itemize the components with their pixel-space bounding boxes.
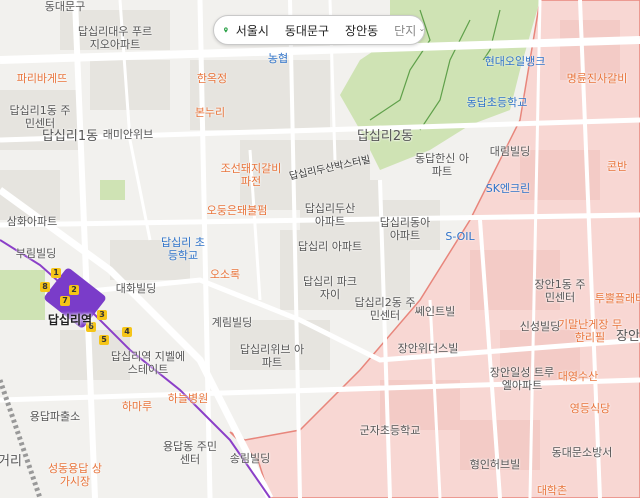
poi-yongdap-police[interactable]: 용답파출소 [30,410,81,423]
poi-dongdaemun-top[interactable]: 동대문구 [45,0,85,13]
chevron-down-icon[interactable] [420,25,424,35]
poi-s-oil[interactable]: S-OIL [445,230,474,243]
poi-hamaru[interactable]: 하마루 [122,400,152,413]
location-breadcrumb[interactable]: 서울시 동대문구 장안동 단지 [213,15,425,45]
poi-gunja-elementary[interactable]: 군자초등학교 [360,424,421,437]
poi-hanokjeong[interactable]: 한옥정 [197,72,227,85]
poi-gyerim[interactable]: 계림빌딩 [212,316,252,329]
breadcrumb-city[interactable]: 서울시 [228,22,277,39]
poi-dapsimni-dongah[interactable]: 답십리동아 아파트 [375,216,435,242]
poi-yongdap-center[interactable]: 용답동 주민센터 [160,440,220,466]
station-exit-3[interactable]: 3 [97,310,107,320]
poi-hyundai-oil[interactable]: 현대오일뱅크 [485,55,546,68]
poi-osorok[interactable]: 오소록 [210,268,240,281]
poi-dapsimni-tebeul[interactable]: 쎄인트빌 [415,305,455,318]
poi-hyeongin[interactable]: 형인허브빌 [470,458,521,471]
poi-burim[interactable]: 부림빌딩 [16,247,56,260]
poi-raemian-view[interactable]: 래미안위브 [103,128,154,141]
poi-daeyang[interactable]: 대영수산 [558,370,598,383]
station-exit-8[interactable]: 8 [40,282,50,292]
poi-daehakchon[interactable]: 대학촌 [537,484,567,497]
breadcrumb-dong[interactable]: 장안동 [337,22,386,39]
poi-songjeon[interactable]: 송림빌딩 [230,452,270,465]
poi-kimalnaegejang[interactable]: 기말난게장 무한리필 [555,318,625,344]
poi-nonghyup[interactable]: 농협 [268,52,288,65]
poi-dapsimni-duson[interactable]: 답십리두산 아파트 [300,202,360,228]
area-label-geori: 거리 [0,454,22,469]
station-exit-5[interactable]: 5 [99,335,109,345]
poi-dapsimni-elementary[interactable]: 답십리 초등학교 [158,236,208,262]
poi-janganilseong[interactable]: 장안일성 트루엘아파트 [487,366,557,392]
station-label[interactable]: 답십리역 [48,314,92,327]
poi-janganwiseu[interactable]: 장안위더스빌 [398,342,459,355]
poi-joseon-galbi[interactable]: 조선돼지갈비 파전 [216,162,286,188]
poi-paris[interactable]: 파리바게뜨 [17,72,68,85]
poi-sinseong[interactable]: 신성빌딩 [520,320,560,333]
poi-jipeulleoseu[interactable]: 답십리역 지벨에스테이트 [108,350,188,376]
poi-daerim-building[interactable]: 대림빌딩 [490,145,530,158]
poi-dongdap-elementary[interactable]: 동답초등학교 [467,96,528,109]
breadcrumb-mode[interactable]: 단지 [386,22,418,39]
poi-odungjeon[interactable]: 오둥은돼불펌 [207,204,268,217]
station-exit-1[interactable]: 1 [51,268,61,278]
station-exit-7[interactable]: 7 [60,296,70,306]
poi-sk-enclean[interactable]: SK엔크린 [486,182,531,195]
poi-bonsuri[interactable]: 본누리 [195,106,225,119]
poi-tuppeul[interactable]: 투뿔플래터 [595,292,640,305]
poi-daehwa[interactable]: 대화빌딩 [116,282,156,295]
poi-samhwa[interactable]: 삼화아파트 [7,215,58,228]
poi-dapsimni-hansin[interactable]: 답십리 아파트 [298,240,362,253]
station-exit-2[interactable]: 2 [69,285,79,295]
area-label-dapsimni-1dong: 답십리1동 [41,129,99,144]
poi-dongdaemun-fire[interactable]: 동대문소방서 [552,446,613,459]
poi-yeongdeung[interactable]: 영등식당 [570,402,610,415]
poi-jangan1dong[interactable]: 장안1동 주민센터 [530,278,590,304]
poi-dapsimni2-center[interactable]: 답십리2동 주민센터 [350,296,420,322]
poi-kongban[interactable]: 콘반 [607,160,627,173]
station-exit-4[interactable]: 4 [122,327,132,337]
poi-dapsimni1-center[interactable]: 답십리1동 주민센터 [5,104,75,130]
poi-hana-hospital[interactable]: 하늘병원 [168,392,208,405]
poi-myeongdong[interactable]: 명륜진사갈비 [567,72,628,85]
poi-dapsimni-daewoo[interactable]: 답십리대우 푸르지오아파트 [75,25,155,51]
poi-dongdap-hansin[interactable]: 동답한신 아파트 [412,152,472,178]
area-label-dapsimni-2dong: 답십리2동 [356,129,414,144]
breadcrumb-district[interactable]: 동대문구 [277,22,337,39]
poi-dapsimni-wibu[interactable]: 답십리위브 아파트 [237,343,307,369]
poi-seongdong-market[interactable]: 성동용답 상가시장 [45,462,105,488]
